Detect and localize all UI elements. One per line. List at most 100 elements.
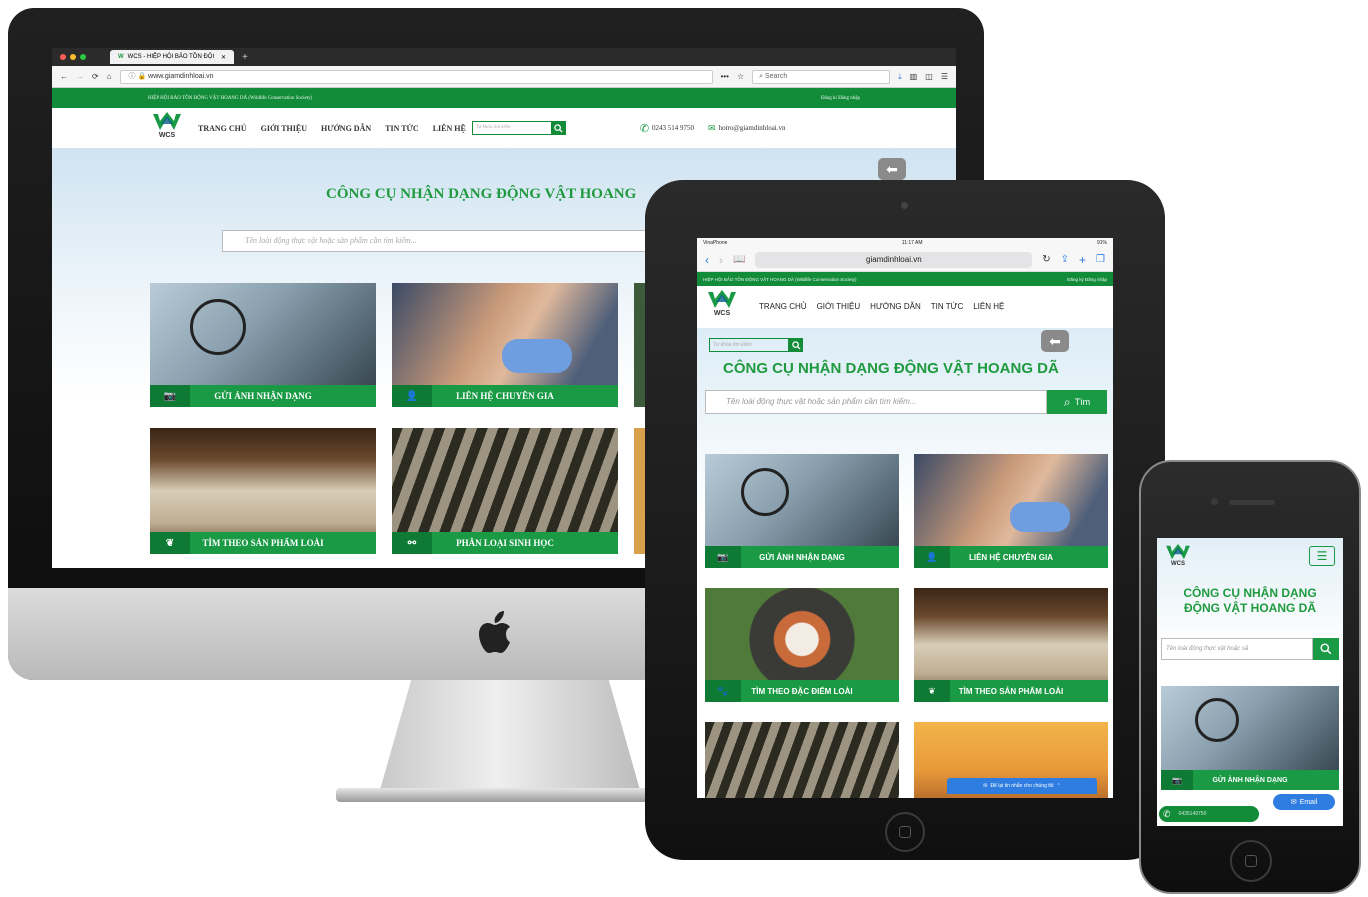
chat-icon: ✉: [983, 783, 988, 789]
nav-home[interactable]: TRANG CHỦ: [198, 124, 247, 133]
wcs-logo[interactable]: WCS: [150, 112, 184, 144]
hero-search-placeholder: Tên loài động thực vật hoặc sản phẩm cần…: [245, 236, 417, 245]
safari-url-bar[interactable]: giamdinhloai.vn: [755, 251, 1033, 268]
email-contact[interactable]: ✉ hotro@giamdinhloai.vn: [708, 123, 785, 134]
hero-search-button[interactable]: [1313, 638, 1339, 660]
tile-contact-expert[interactable]: 👤 LIÊN HỆ CHUYÊN GIA: [392, 283, 618, 407]
close-tab-icon[interactable]: ✕: [221, 54, 226, 61]
hero-search-placeholder: Tên loài động thực vật hoặc sản phẩm cần…: [726, 397, 917, 406]
wcs-logo[interactable]: WCS: [1163, 544, 1193, 567]
hero-search-input[interactable]: Tên loài động thực vật hoặc sản phẩm cần…: [705, 390, 1047, 414]
browser-tab[interactable]: W WCS - HIỆP HỘI BẢO TỒN ĐỘI ✕: [110, 50, 234, 64]
nav-search: Từ khóa tìm kiếm: [471, 121, 566, 135]
nav-news[interactable]: TIN TỨC: [931, 302, 963, 311]
tile-contact-expert[interactable]: 👤 LIÊN HỆ CHUYÊN GIA: [914, 454, 1108, 568]
menu-icon[interactable]: ☰: [941, 72, 948, 81]
home-icon[interactable]: ⌂: [107, 72, 112, 81]
close-window-icon[interactable]: [60, 54, 66, 60]
home-square-icon: [1245, 855, 1257, 867]
nav-search-button[interactable]: [551, 121, 566, 135]
nav-about[interactable]: GIỚI THIỆU: [261, 124, 307, 133]
home-square-icon: [899, 826, 911, 838]
nav-contact[interactable]: LIÊN HỆ: [973, 302, 1004, 311]
tablet-screen: VinaPhone 11:17 AM 91% ‹ › 📖 giamdinhloa…: [697, 238, 1113, 798]
nav-contact[interactable]: LIÊN HỆ: [433, 124, 466, 133]
tile-send-photo[interactable]: 📷 GỬI ẢNH NHẬN DẠNG: [1161, 686, 1339, 790]
url-bar[interactable]: ⓘ 🔒 www.giamdinhloai.vn: [119, 69, 713, 84]
browser-search-field[interactable]: ⌕ Search: [752, 69, 891, 84]
imac-stand-base: [336, 788, 696, 802]
search-button-label: Tìm: [1074, 397, 1091, 407]
ios-status-bar: VinaPhone 11:17 AM 91%: [697, 238, 1113, 248]
tile-label: TÌM THEO SẢN PHẨM LOÀI: [958, 686, 1064, 696]
iphone-home-button[interactable]: [1230, 840, 1272, 882]
nav-search-button[interactable]: [789, 338, 803, 352]
new-tab-icon[interactable]: +: [1079, 254, 1086, 266]
account-links[interactable]: Đăng kí Đăng nhập: [821, 96, 860, 101]
nav-guide[interactable]: HƯỚNG DẪN: [321, 124, 371, 133]
tile-send-photo[interactable]: 📷 GỬI ẢNH NHẬN DẠNG: [150, 283, 376, 407]
magnifier-icon: [190, 299, 246, 355]
browser-tab-strip: W WCS - HIỆP HỘI BẢO TỒN ĐỘI ✕ +: [52, 48, 956, 66]
phone-icon: ✆: [1163, 808, 1171, 819]
nav-search-input[interactable]: Từ khóa tìm kiếm: [471, 121, 552, 135]
tile-civet-partial[interactable]: [705, 722, 899, 798]
browser-toolbar: ← → ⟳ ⌂ ⓘ 🔒 www.giamdinhloai.vn ••• ☆ ⌕ …: [52, 66, 956, 88]
phone-contact[interactable]: ✆ 0243 514 9750: [640, 122, 694, 135]
email-button[interactable]: ✉ Email: [1273, 794, 1335, 810]
reload-icon[interactable]: ⟳: [92, 72, 99, 81]
chat-widget[interactable]: ✉ Để lại tin nhắn cho chúng tôi ⌃: [947, 778, 1097, 794]
hero-search-input[interactable]: Tên loài động thực vật hoặc sản phẩm cần…: [222, 230, 682, 252]
forward-chevron-icon[interactable]: ›: [719, 254, 723, 266]
tile-biological-classification[interactable]: ⚯ PHÂN LOẠI SINH HỌC: [392, 428, 618, 554]
nav-about[interactable]: GIỚI THIỆU: [817, 302, 861, 311]
more-icon[interactable]: •••: [721, 72, 729, 81]
browser-search-placeholder: Search: [765, 72, 788, 80]
maximize-window-icon[interactable]: [80, 54, 86, 60]
back-button[interactable]: ⬅: [878, 158, 906, 180]
nav-search-input[interactable]: Từ khóa tìm kiếm: [709, 338, 789, 352]
hero-search-input[interactable]: Tên loài động thực vật hoặc sả: [1161, 638, 1313, 660]
nav-guide[interactable]: HƯỚNG DẪN: [870, 302, 921, 311]
logo-text: WCS: [1171, 561, 1185, 567]
ipad-home-button[interactable]: [885, 812, 925, 852]
wcs-logo[interactable]: WCS: [705, 290, 739, 322]
hamburger-menu-button[interactable]: ☰: [1309, 546, 1335, 566]
url-text: www.giamdinhloai.vn: [148, 72, 214, 80]
minimize-window-icon[interactable]: [70, 54, 76, 60]
back-button[interactable]: ⬅: [1041, 330, 1069, 352]
tile-bar: 🐾 TÌM THEO ĐẶC ĐIỂM LOÀI: [705, 680, 899, 702]
hero-title: CÔNG CỤ NHẬN DẠNG ĐỘNG VẬT HOANG DÃ: [1157, 586, 1343, 616]
ipad-frame: VinaPhone 11:17 AM 91% ‹ › 📖 giamdinhloa…: [645, 180, 1165, 860]
bookmark-star-icon[interactable]: ☆: [737, 72, 744, 81]
phone-call-button[interactable]: ✆ 0435149750: [1159, 806, 1259, 822]
tile-search-by-product[interactable]: ❦ TÌM THEO SẢN PHẨM LOÀI: [914, 588, 1108, 702]
tabs-icon[interactable]: ❐: [1096, 254, 1105, 265]
nav-search: Từ khóa tìm kiếm: [709, 338, 803, 352]
new-tab-icon[interactable]: +: [242, 52, 248, 63]
forward-arrow-icon[interactable]: →: [76, 72, 84, 81]
tile-send-photo[interactable]: 📷 GỬI ẢNH NHẬN DẠNG: [705, 454, 899, 568]
sidebar-icon[interactable]: ◫: [925, 72, 933, 81]
library-icon[interactable]: ▥: [910, 72, 918, 81]
expert-icon: 👤: [392, 385, 432, 407]
logo-text: WCS: [713, 310, 731, 317]
back-arrow-icon[interactable]: ←: [60, 72, 68, 81]
ipad-camera: [901, 202, 908, 209]
tile-bar: ⚯ PHÂN LOẠI SINH HỌC: [392, 532, 618, 554]
glove-shape: [1010, 502, 1070, 532]
site-navigation: WCS TRANG CHỦ GIỚI THIỆU HƯỚNG DẪN TIN T…: [52, 108, 956, 148]
magnifier-icon: [741, 468, 789, 516]
tile-search-by-product[interactable]: ❦ TÌM THEO SẢN PHẨM LOÀI: [150, 428, 376, 554]
account-links[interactable]: Đăng ký Đăng nhập: [1067, 277, 1107, 282]
hero-search-button[interactable]: ⌕ Tìm: [1047, 390, 1107, 414]
tile-bar: ❦ TÌM THEO SẢN PHẨM LOÀI: [150, 532, 376, 554]
reload-icon[interactable]: ↻: [1042, 254, 1050, 265]
download-icon[interactable]: ⤓: [898, 72, 902, 82]
nav-home[interactable]: TRANG CHỦ: [759, 302, 807, 311]
tile-search-by-trait[interactable]: 🐾 TÌM THEO ĐẶC ĐIỂM LOÀI: [705, 588, 899, 702]
nav-news[interactable]: TIN TỨC: [385, 124, 419, 133]
bookmarks-icon[interactable]: 📖: [733, 254, 745, 265]
back-chevron-icon[interactable]: ‹: [705, 254, 709, 266]
share-icon[interactable]: ⇪: [1061, 254, 1069, 265]
